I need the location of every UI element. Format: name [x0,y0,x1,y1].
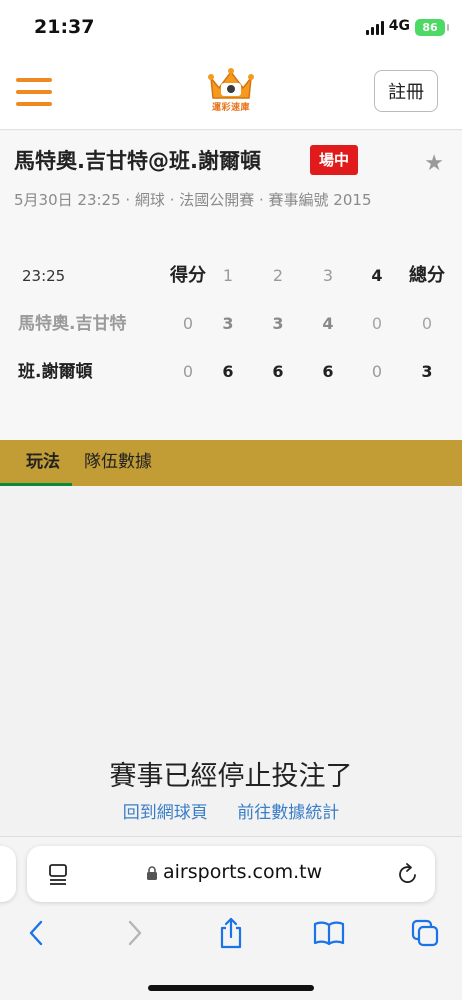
bookmarks-icon[interactable] [311,915,347,951]
match-time: 23:25 [22,267,66,285]
previous-tab-preview[interactable] [0,846,16,902]
browser-nav [0,913,462,953]
browser-toolbar: airsports.com.tw [0,836,462,1000]
go-to-stats-link[interactable]: 前往數據統計 [237,803,339,823]
player-total: 0 [421,314,433,333]
player-row: 馬特奧.吉甘特 0 3 3 4 0 0 [0,307,462,355]
url-text: airsports.com.tw [163,861,323,883]
match-header: 馬特奧.吉甘特@班.謝爾頓 場中 ★ 5月30日 23:25 · 網球 · 法國… [0,131,462,440]
back-icon[interactable] [18,915,54,951]
app-header: 運彩速庫 註冊 [0,56,462,130]
status-bar: 21:37 4G 86 [0,0,462,56]
register-button[interactable]: 註冊 [374,70,438,112]
player-score: 0 [182,362,194,381]
match-meta: 5月30日 23:25 · 網球 · 法國公開賽 · 賽事編號 2015 [14,191,372,209]
forward-icon[interactable] [117,915,153,951]
scoreboard: 23:25 得分 1 2 3 4 總分 馬特奧.吉甘特 0 3 3 4 0 0 … [0,259,462,403]
set-score: 6 [222,362,234,381]
set-header-3: 3 [322,266,334,285]
player-name: 馬特奧.吉甘特 [18,314,127,334]
betting-closed-message: 賽事已經停止投注了 [109,761,353,792]
total-label: 總分 [409,265,445,286]
status-time: 21:37 [34,16,95,38]
lock-icon [147,866,157,880]
crown-logo-icon [208,68,254,99]
main-content: 賽事已經停止投注了 回到網球頁 前往數據統計 [0,486,462,836]
hamburger-icon[interactable] [16,78,52,106]
player-name: 班.謝爾頓 [18,362,93,382]
address-bar[interactable]: airsports.com.tw [27,846,435,902]
star-icon[interactable]: ★ [424,151,444,176]
logo-text: 運彩速庫 [211,103,250,113]
player-score: 0 [182,314,194,333]
network-label: 4G [388,18,410,34]
tabs-icon[interactable] [407,915,443,951]
share-icon[interactable] [213,915,249,951]
home-indicator [148,985,314,991]
set-score: 3 [272,314,284,333]
site-logo[interactable]: 運彩速庫 [196,66,266,120]
set-score: 6 [272,362,284,381]
signal-icon [366,21,384,35]
page-icon[interactable] [47,863,69,885]
set-header-1: 1 [222,266,234,285]
tab-play[interactable]: 玩法 [0,440,72,486]
set-header-2: 2 [272,266,284,285]
match-title: 馬特奧.吉甘特@班.謝爾頓 [14,149,261,173]
set-score: 0 [371,314,383,333]
action-links: 回到網球頁 前往數據統計 [0,798,462,823]
tab-bar: 玩法 隊伍數據 [0,440,462,486]
live-badge: 場中 [310,145,359,175]
set-score: 3 [222,314,234,333]
reload-icon[interactable] [397,862,419,886]
player-total: 3 [421,362,433,381]
score-label: 得分 [170,265,206,286]
tab-team-stats[interactable]: 隊伍數據 [72,440,164,486]
set-score: 0 [371,362,383,381]
set-header-4: 4 [371,266,383,285]
scoreboard-header-row: 23:25 得分 1 2 3 4 總分 [0,259,462,307]
set-score: 6 [322,362,334,381]
set-score: 4 [322,314,334,333]
player-row: 班.謝爾頓 0 6 6 6 0 3 [0,355,462,403]
back-to-tennis-link[interactable]: 回到網球頁 [123,803,208,823]
battery-icon: 86 [415,19,449,36]
